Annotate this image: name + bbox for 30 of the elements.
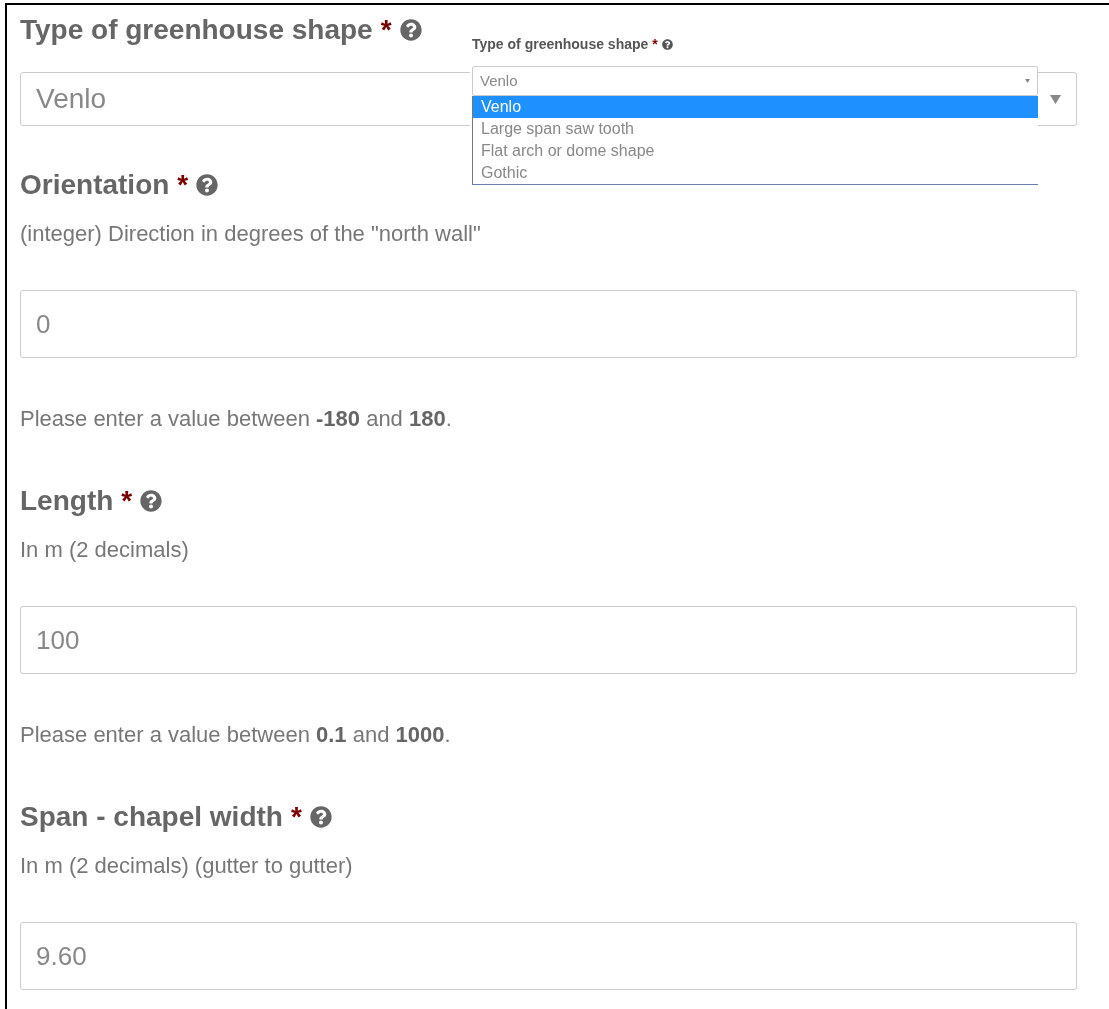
field-label: Type of greenhouse shape	[472, 34, 649, 54]
select-field[interactable]: Venlo	[472, 66, 1038, 96]
dropdown-option[interactable]: Flat arch or dome shape	[473, 140, 1038, 162]
field-description: In m (2 decimals) (gutter to gutter)	[20, 852, 354, 880]
field-label: Type of greenhouse shape	[20, 13, 373, 47]
input-field[interactable]: 9.60	[20, 922, 1077, 990]
field-description: (integer) Direction in degrees of the "north wall"	[20, 220, 482, 248]
help-icon[interactable]	[196, 174, 219, 196]
required-mark: *	[121, 484, 133, 518]
caret-icon	[1025, 79, 1030, 83]
required-mark: *	[380, 13, 392, 47]
help-icon[interactable]	[661, 38, 673, 50]
dropdown-option[interactable]: Venlo	[473, 96, 1038, 118]
help-icon[interactable]	[309, 806, 332, 828]
dropdown-option[interactable]: Large span saw tooth	[473, 118, 1038, 140]
field-label: Length	[20, 484, 114, 518]
help-icon[interactable]	[140, 490, 163, 512]
field-label: Span - chapel width	[20, 800, 283, 834]
input-field[interactable]: 0	[20, 290, 1077, 358]
caret-icon	[1050, 94, 1061, 104]
field-description: In m (2 decimals)	[20, 536, 190, 564]
validation-hint: Please enter a value between 0.1 and 1000.	[20, 721, 452, 749]
field-label: Orientation	[20, 168, 170, 202]
dropdown-option[interactable]: Gothic	[473, 162, 1038, 184]
input-field[interactable]: 100	[20, 606, 1077, 674]
required-mark: *	[290, 800, 302, 834]
required-mark: *	[177, 168, 189, 202]
required-mark: *	[652, 34, 658, 54]
validation-hint: Please enter a value between -180 and 180.	[20, 405, 453, 433]
help-icon[interactable]	[399, 19, 422, 41]
